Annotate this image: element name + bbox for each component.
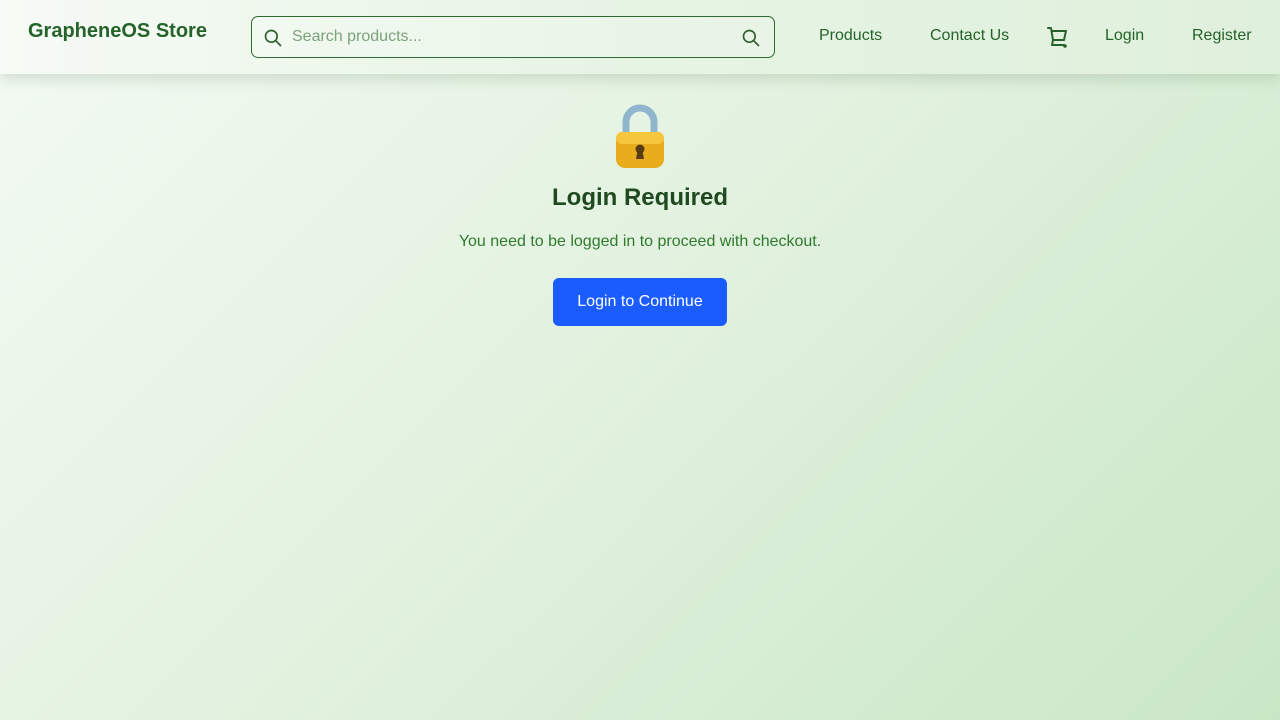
login-required-message: You need to be logged in to proceed with… <box>458 233 822 250</box>
search-box <box>251 16 775 58</box>
search-icon <box>264 29 282 47</box>
brand-logo[interactable]: GrapheneOS Store <box>28 20 207 43</box>
page-title: Login Required <box>552 184 728 211</box>
shopping-cart-icon[interactable] <box>1045 25 1069 49</box>
nav-products[interactable]: Products <box>819 27 882 45</box>
search-submit-icon[interactable] <box>741 28 761 48</box>
top-navbar: GrapheneOS Store Products Contact Us Log… <box>0 0 1280 74</box>
login-to-continue-button[interactable]: Login to Continue <box>553 278 727 326</box>
nav-contact-us[interactable]: Contact Us <box>930 27 1009 45</box>
nav-login[interactable]: Login <box>1105 27 1144 45</box>
lock-icon <box>616 104 664 168</box>
search-input[interactable] <box>292 25 732 49</box>
nav-register[interactable]: Register <box>1192 27 1252 45</box>
